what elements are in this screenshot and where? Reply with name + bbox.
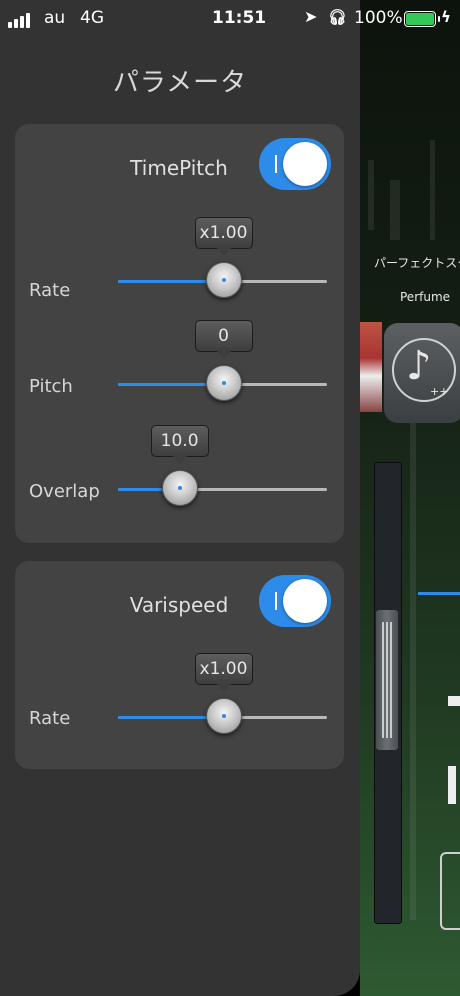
headphones-icon: 🎧︎: [328, 8, 348, 26]
progress-indicator: [418, 592, 460, 595]
player-screen: パーフェクトスタ Perfume ♪ ++: [360, 0, 460, 996]
varispeed-rate-value-bubble: x1.00: [194, 653, 253, 692]
pitch-value-bubble: 0: [194, 320, 253, 359]
varispeed-card: Varispeed Rate x1.00: [15, 561, 344, 769]
overlap-slider-thumb[interactable]: [161, 470, 198, 506]
pitch-slider-thumb[interactable]: [205, 365, 242, 401]
parameter-panel: パラメータ TimePitch Rate x1.00 Pitch 0 Overl…: [0, 0, 360, 996]
overlap-slider[interactable]: [118, 470, 327, 506]
varispeed-title: Varispeed: [129, 593, 229, 617]
page-title: パラメータ: [112, 68, 248, 98]
carrier-name: au: [44, 8, 66, 28]
pitch-slider[interactable]: [118, 365, 327, 401]
rate-value-bubble: x1.00: [194, 217, 253, 256]
music-note-icon: ♪: [406, 343, 432, 389]
varispeed-rate-label: Rate: [29, 708, 71, 729]
volume-slider-knob[interactable]: [376, 610, 398, 750]
clock: 11:51: [212, 8, 267, 28]
rate-slider[interactable]: [118, 262, 327, 298]
overlap-label: Overlap: [29, 481, 100, 502]
varispeed-rate-slider-thumb[interactable]: [205, 698, 242, 734]
album-art-thumbnail[interactable]: [360, 322, 382, 412]
rate-label: Rate: [29, 280, 71, 301]
player-action-button[interactable]: [440, 852, 460, 930]
toggle-knob: [283, 142, 327, 186]
rate-slider-thumb[interactable]: [205, 262, 242, 298]
toggle-knob: [283, 579, 327, 623]
battery-percent: 100%: [354, 8, 403, 28]
timepitch-toggle[interactable]: [259, 138, 331, 190]
timepitch-card: TimePitch Rate x1.00 Pitch 0 Overlap 10.…: [15, 124, 344, 543]
artist-name: Perfume: [400, 290, 451, 304]
varispeed-rate-slider[interactable]: [118, 698, 327, 734]
overlap-value-bubble: 10.0: [150, 425, 209, 464]
status-bar: au 4G 11:51 ➤ 🎧︎ 100% ϟ: [0, 0, 460, 38]
music-app-button[interactable]: ♪ ++: [384, 323, 460, 423]
location-icon: ➤: [304, 7, 318, 26]
song-title: パーフェクトスタ: [374, 256, 460, 270]
pitch-label: Pitch: [29, 376, 73, 397]
varispeed-toggle[interactable]: [259, 575, 331, 627]
charging-bolt-icon: ϟ: [441, 8, 451, 26]
battery-icon: [404, 11, 440, 27]
network-type: 4G: [80, 8, 104, 28]
plus-plus-icon: ++: [430, 385, 449, 398]
timepitch-title: TimePitch: [130, 156, 228, 180]
